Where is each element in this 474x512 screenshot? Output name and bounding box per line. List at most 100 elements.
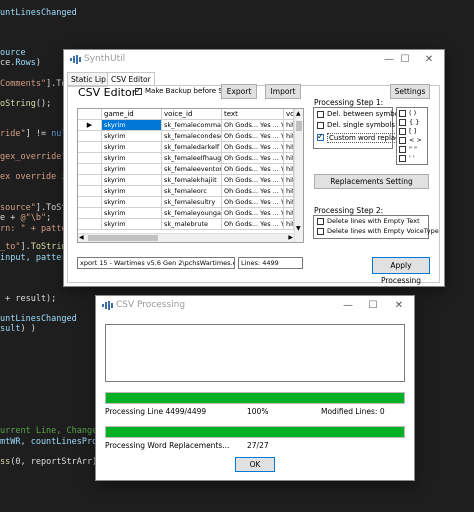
column-header[interactable]: voice_id <box>162 109 222 120</box>
grid-cell[interactable]: Oh Gods... Yes ... Yes... <box>222 219 284 230</box>
grid-cell[interactable]: skyrim <box>102 186 162 197</box>
grid-cell[interactable]: skyrim <box>102 219 162 230</box>
word-progress-bar <box>105 426 405 438</box>
grid-cell[interactable]: hif <box>284 197 294 208</box>
settings-button[interactable]: Settings <box>390 84 430 99</box>
grid-corner-header[interactable] <box>78 109 102 120</box>
backup-checkbox[interactable] <box>135 86 142 95</box>
grid-cell[interactable]: sk_malebrute <box>162 219 222 230</box>
ok-button[interactable]: OK <box>235 457 275 472</box>
close-button[interactable]: ✕ <box>392 299 406 313</box>
grid-cell[interactable]: sk_femaledarkelf <box>162 142 222 153</box>
grid-cell[interactable]: sk_femalecondesc... <box>162 131 222 142</box>
app-icon <box>102 301 113 310</box>
grid-cell[interactable]: Oh Gods... Yes ... Yes... <box>222 131 284 142</box>
minimize-button[interactable]: — <box>382 53 396 67</box>
symbol-pair-checkbox[interactable] <box>399 146 406 153</box>
word-count-label: 27/27 <box>247 441 269 450</box>
grid-cell[interactable]: hif <box>284 120 294 131</box>
scroll-down-arrow-icon[interactable]: ▼ <box>296 225 301 232</box>
grid-cell[interactable]: Oh Gods... Yes ... Yes... <box>222 164 284 175</box>
custom-word-replace-checkbox[interactable] <box>317 132 324 141</box>
scroll-up-arrow-icon[interactable]: ▲ <box>296 110 301 117</box>
grid-cell[interactable]: sk_femalesultry <box>162 197 222 208</box>
grid-cell[interactable]: Oh Gods... Yes ... Yes... <box>222 186 284 197</box>
column-header[interactable]: text <box>222 109 284 120</box>
grid-cell[interactable]: Oh Gods... Yes ... Yes... <box>222 153 284 164</box>
maximize-button[interactable]: ☐ <box>366 299 380 313</box>
grid-horizontal-scrollbar[interactable]: ◀ ▶ <box>78 233 294 242</box>
row-header[interactable] <box>78 186 102 197</box>
grid-cell[interactable]: hif <box>284 142 294 153</box>
scroll-left-arrow-icon[interactable]: ◀ <box>79 234 84 241</box>
grid-cell[interactable]: Oh Gods... Yes ... Yes... <box>222 142 284 153</box>
row-header[interactable] <box>78 197 102 208</box>
apply-processing-button[interactable]: Apply Processing <box>372 257 430 285</box>
symbol-pair-checkbox[interactable] <box>399 119 406 126</box>
log-textbox[interactable] <box>105 324 405 382</box>
grid-cell[interactable]: skyrim <box>102 197 162 208</box>
delete-empty-text-checkbox[interactable] <box>317 218 324 225</box>
grid-cell[interactable]: skyrim <box>102 131 162 142</box>
grid-cell[interactable]: hif <box>284 208 294 219</box>
code-token: untLinesChanged <box>0 314 77 324</box>
del-between-symbols-checkbox[interactable] <box>317 111 324 118</box>
delete-empty-voicetype-checkbox[interactable] <box>317 228 324 235</box>
grid-cell[interactable]: skyrim <box>102 164 162 175</box>
grid-cell[interactable]: Oh Gods... Yes ... Yes... <box>222 120 284 131</box>
code-token: ) ) <box>20 324 36 334</box>
grid-cell[interactable]: Oh Gods... Yes ... Yes... <box>222 175 284 186</box>
csv-data-grid[interactable]: ▲ ▼ ◀ ▶ game_id voice_id text vo ▶ skyrim sk_f… <box>77 108 304 243</box>
grid-cell[interactable]: skyrim <box>102 153 162 164</box>
grid-cell[interactable]: sk_femalekhajiit <box>162 175 222 186</box>
row-header[interactable] <box>78 153 102 164</box>
grid-cell[interactable]: skyrim <box>102 175 162 186</box>
grid-cell[interactable]: hif <box>284 131 294 142</box>
row-header[interactable] <box>78 131 102 142</box>
import-button[interactable]: Import <box>265 84 301 99</box>
row-header[interactable] <box>78 164 102 175</box>
grid-cell[interactable]: sk_femaleorc <box>162 186 222 197</box>
line-progress-fill <box>106 393 404 403</box>
del-single-symbols-checkbox[interactable] <box>317 122 324 129</box>
export-button[interactable]: Export <box>221 84 257 99</box>
row-header[interactable] <box>78 175 102 186</box>
hscroll-thumb[interactable] <box>88 235 158 241</box>
grid-cell[interactable]: hif <box>284 164 294 175</box>
symbol-pair-checkbox[interactable] <box>399 128 406 135</box>
replacements-setting-button[interactable]: Replacements Setting <box>314 174 429 189</box>
symbol-pair-checkbox[interactable] <box>399 155 406 162</box>
row-header[interactable] <box>78 219 102 230</box>
title-bar[interactable]: SynthUtil — ☐ ✕ <box>64 50 444 70</box>
row-header[interactable] <box>78 142 102 153</box>
grid-cell[interactable]: sk_femalecomman... <box>162 120 222 131</box>
grid-vertical-scrollbar[interactable]: ▲ ▼ <box>294 109 303 242</box>
grid-cell[interactable]: sk_femaleeventon... <box>162 164 222 175</box>
scroll-right-arrow-icon[interactable]: ▶ <box>288 234 293 241</box>
symbol-pair-checkbox[interactable] <box>399 137 406 144</box>
column-header[interactable]: vo <box>284 109 294 120</box>
grid-cell[interactable]: skyrim <box>102 120 162 131</box>
grid-cell[interactable]: skyrim <box>102 142 162 153</box>
grid-cell[interactable]: hif <box>284 186 294 197</box>
row-header[interactable]: ▶ <box>78 120 102 131</box>
symbol-pairs-list: ( ){ }[ ] < > " " ' ' <box>396 107 428 165</box>
grid-cell[interactable]: skyrim <box>102 208 162 219</box>
code-token: sult <box>0 324 21 334</box>
grid-cell[interactable]: sk_femaleelfhaugh... <box>162 153 222 164</box>
close-button[interactable]: ✕ <box>422 53 436 67</box>
row-header[interactable] <box>78 208 102 219</box>
column-header[interactable]: game_id <box>102 109 162 120</box>
minimize-button[interactable]: — <box>341 299 355 313</box>
grid-cell[interactable]: hif <box>284 153 294 164</box>
file-path-field[interactable]: xport 15 - Wartimes v5.6 Gen 2\pchsWarti… <box>77 257 235 269</box>
grid-cell[interactable]: hif <box>284 219 294 230</box>
maximize-button[interactable]: ☐ <box>398 53 412 67</box>
progress-title-bar[interactable]: CSV Processing — ☐ ✕ <box>96 296 414 316</box>
scroll-thumb[interactable] <box>296 121 302 131</box>
grid-cell[interactable]: Oh Gods... Yes ... Yes... <box>222 197 284 208</box>
grid-cell[interactable]: hif <box>284 175 294 186</box>
grid-cell[interactable]: sk_femaleyounga... <box>162 208 222 219</box>
symbol-pair-checkbox[interactable] <box>399 110 406 117</box>
grid-cell[interactable]: Oh Gods... Yes ... Yes... <box>222 208 284 219</box>
